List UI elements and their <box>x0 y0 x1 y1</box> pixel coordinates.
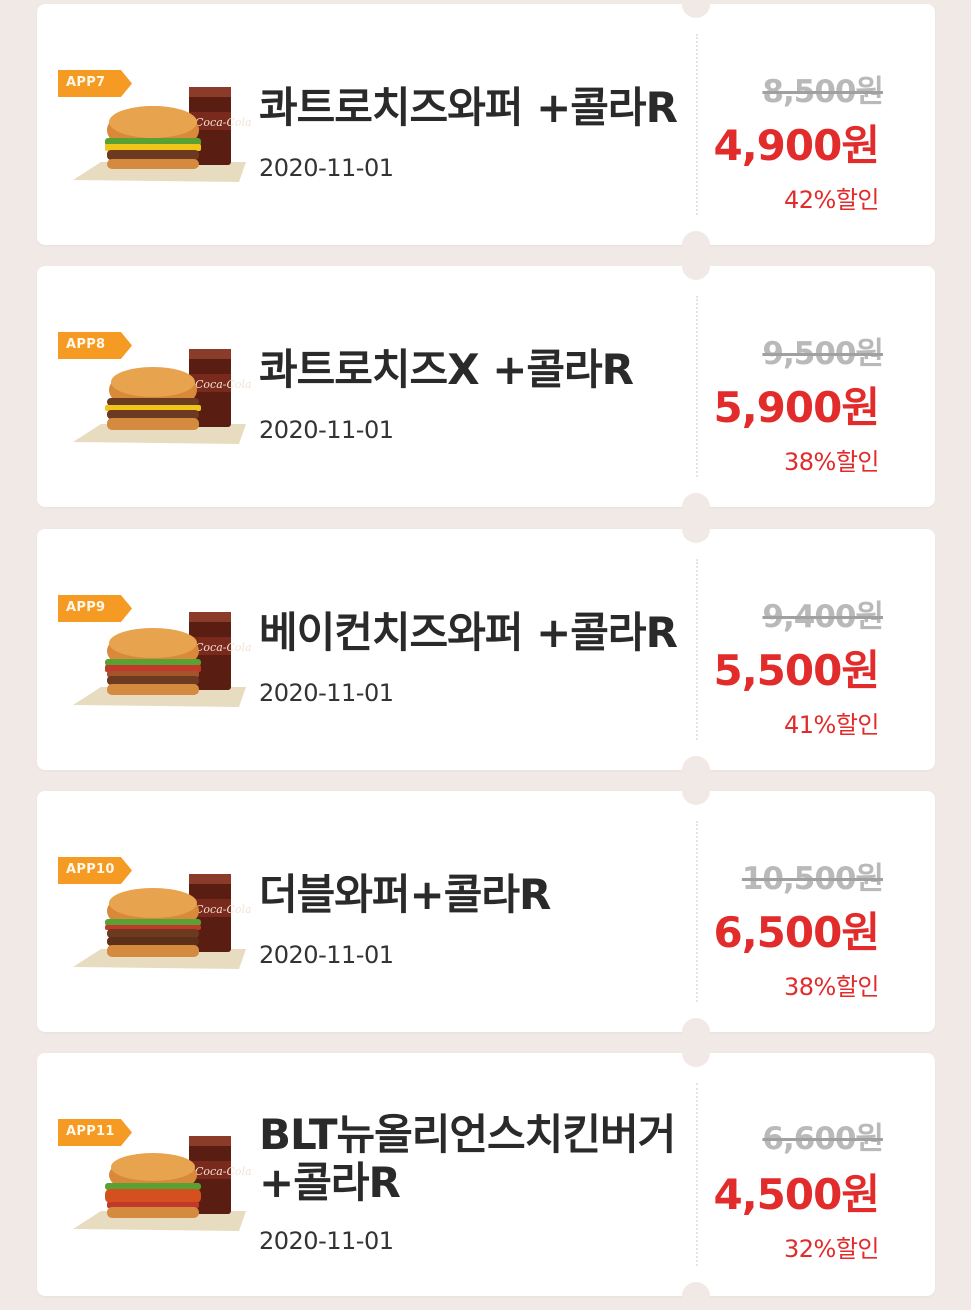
sale-price: 5,500원 <box>713 646 880 695</box>
original-price: 9,400원 <box>762 599 884 635</box>
ticket-notch <box>682 252 710 280</box>
burger-and-cola-icon: Coca-Cola <box>73 349 251 444</box>
discount-rate: 38%할인 <box>783 448 880 476</box>
coupon-date: 2020-11-01 <box>259 1227 394 1255</box>
coupon-date: 2020-11-01 <box>259 154 394 182</box>
ticket-notch <box>682 1039 710 1067</box>
original-price: 10,500원 <box>741 861 884 897</box>
burger-and-cola-icon: Coca-Cola <box>73 1136 251 1231</box>
coupon-card[interactable]: APP8 Coca-Cola 콰트로치즈X +콜라R 2020-11-01 9,… <box>37 252 935 521</box>
svg-text:Coca-Cola: Coca-Cola <box>195 378 251 391</box>
burger-and-cola-icon: Coca-Cola <box>73 87 251 182</box>
coupon-card[interactable]: APP7 Coca-Cola 콰트로치즈와퍼 +콜라R 2020-11-01 8… <box>37 0 935 259</box>
discount-rate: 38%할인 <box>783 973 880 1001</box>
ticket-notch <box>682 515 710 543</box>
coupon-date: 2020-11-01 <box>259 416 394 444</box>
burger-and-cola-icon: Coca-Cola <box>73 874 251 969</box>
ticket-notch <box>682 777 710 805</box>
sale-price: 4,500원 <box>713 1170 880 1219</box>
product-title: 베이컨치즈와퍼 +콜라R <box>259 608 678 657</box>
coupon-date: 2020-11-01 <box>259 679 394 707</box>
coupon-card[interactable]: APP10 Coca-Cola 더블와퍼+콜라R 2020-11-01 10,5… <box>37 777 935 1046</box>
ticket-notch <box>682 1282 710 1310</box>
original-price: 9,500원 <box>762 336 884 372</box>
discount-rate: 42%할인 <box>783 186 880 214</box>
svg-text:Coca-Cola: Coca-Cola <box>195 903 251 916</box>
discount-rate: 32%할인 <box>783 1235 880 1263</box>
sale-price: 6,500원 <box>713 908 880 957</box>
svg-text:Coca-Cola: Coca-Cola <box>195 641 251 654</box>
product-title: 콰트로치즈와퍼 +콜라R <box>259 83 678 132</box>
svg-text:Coca-Cola: Coca-Cola <box>195 116 251 129</box>
coupon-date: 2020-11-01 <box>259 941 394 969</box>
discount-rate: 41%할인 <box>783 711 880 739</box>
coupon-card[interactable]: APP9 Coca-Cola 베이컨치즈와퍼 +콜라R 2020-11-01 9… <box>37 515 935 784</box>
original-price: 8,500원 <box>762 74 884 110</box>
svg-text:Coca-Cola: Coca-Cola <box>195 1165 251 1178</box>
product-title: BLT뉴올리언스치킨버거 +콜라R <box>259 1110 676 1207</box>
product-title: 더블와퍼+콜라R <box>259 870 551 919</box>
burger-and-cola-icon: Coca-Cola <box>73 612 251 707</box>
product-title: 콰트로치즈X +콜라R <box>259 345 634 394</box>
coupon-card[interactable]: APP11 Coca-Cola BLT뉴올리언스치킨버거 +콜라R 2020-1… <box>37 1039 935 1310</box>
sale-price: 4,900원 <box>713 121 880 170</box>
original-price: 6,600원 <box>762 1121 884 1157</box>
ticket-notch <box>682 0 710 18</box>
sale-price: 5,900원 <box>713 383 880 432</box>
